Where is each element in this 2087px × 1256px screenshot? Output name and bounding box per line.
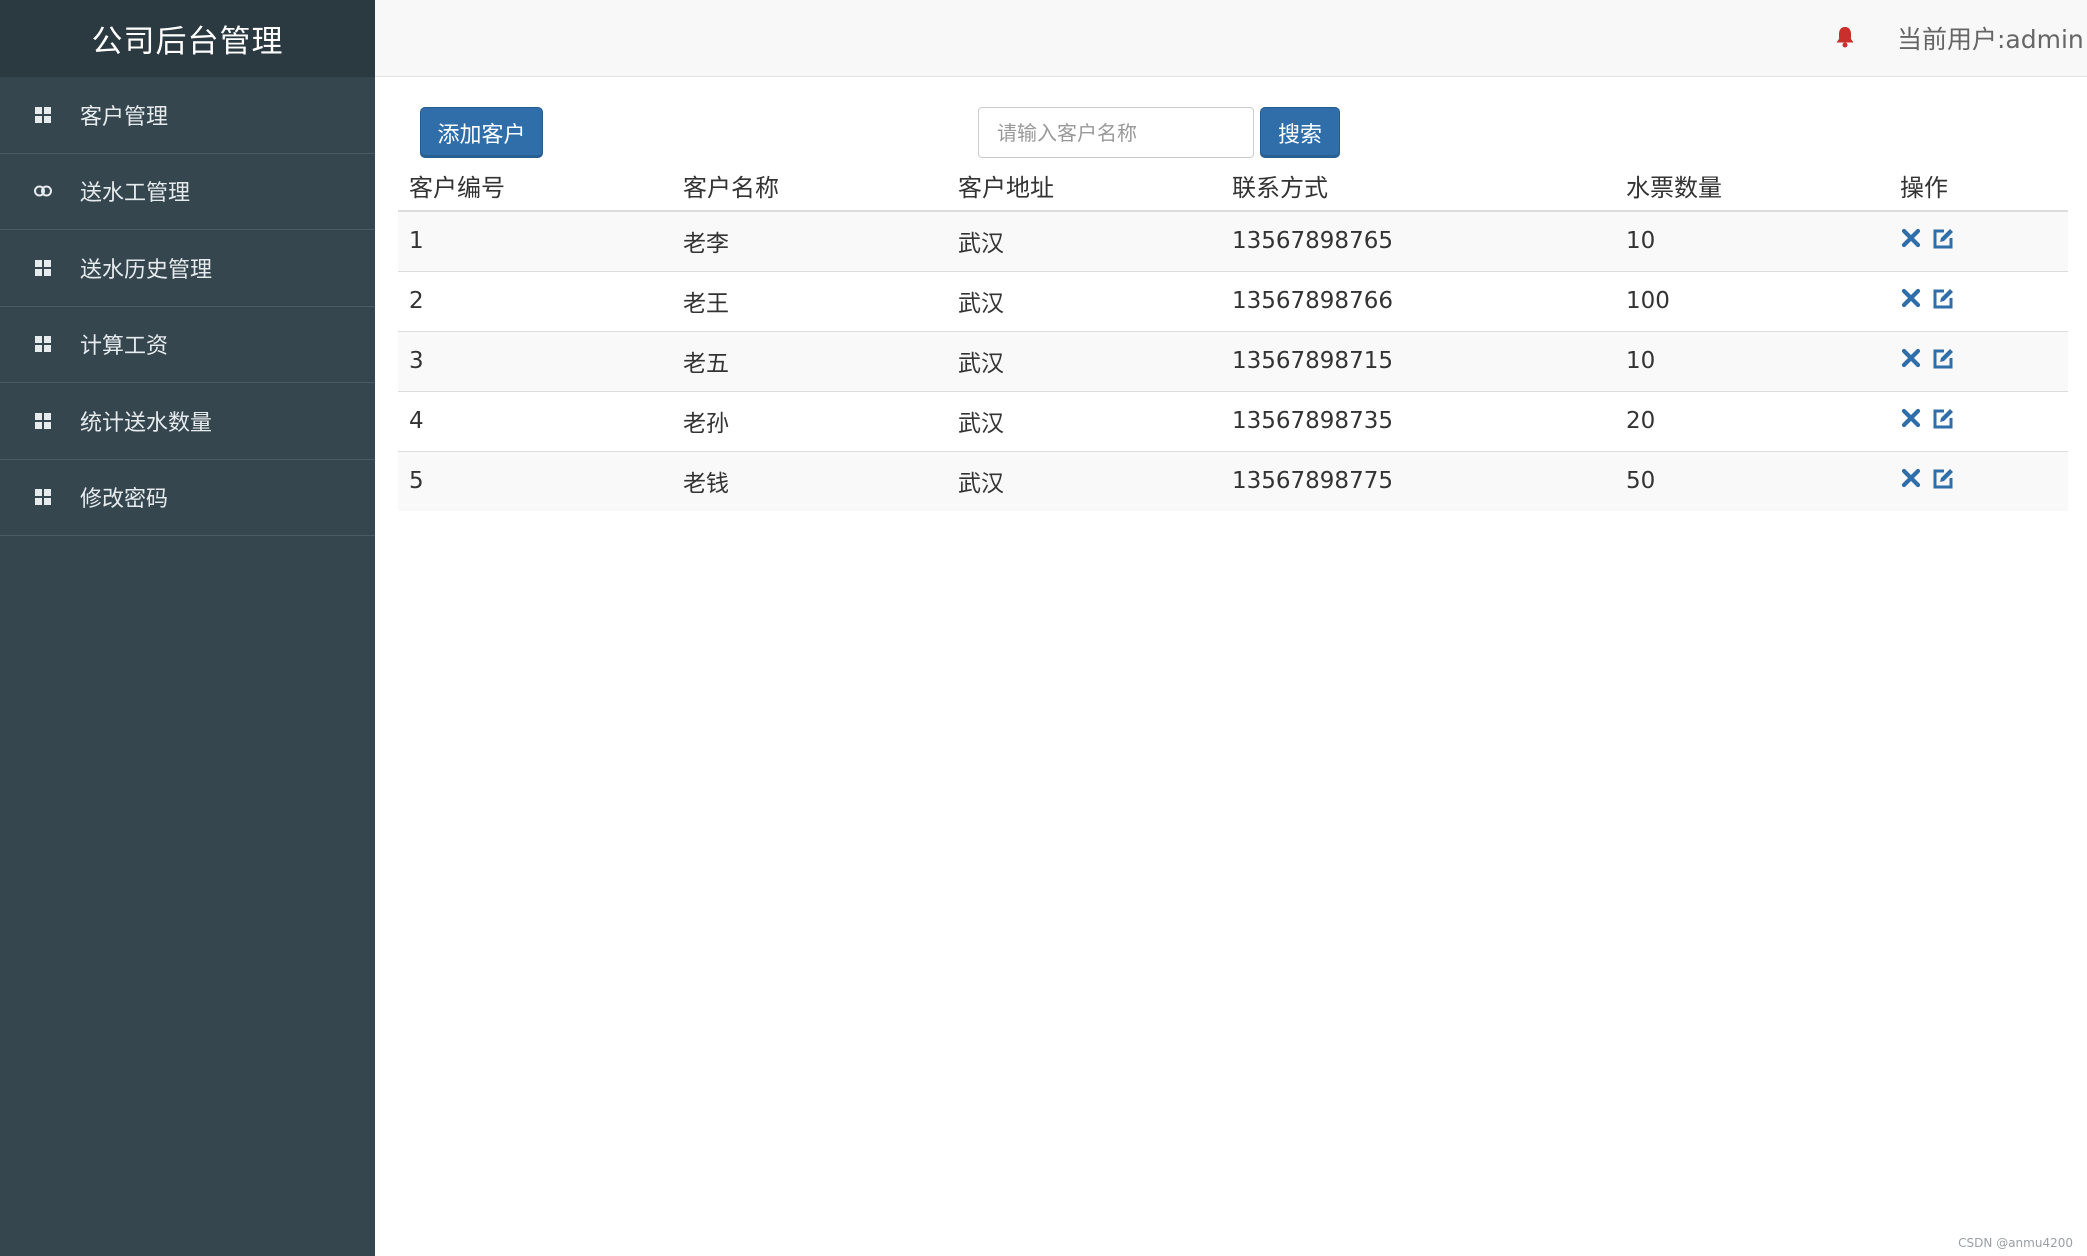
delete-icon[interactable] bbox=[1900, 287, 1924, 311]
cell-name: 老孙 bbox=[672, 390, 947, 451]
cell-phone: 13567898715 bbox=[1221, 330, 1615, 391]
watermark: CSDN @anmu4200 bbox=[1958, 1236, 2073, 1250]
delete-icon[interactable] bbox=[1900, 227, 1924, 251]
column-header: 操作 bbox=[1889, 160, 2068, 212]
edit-icon[interactable] bbox=[1931, 347, 1955, 371]
sidebar-item-label: 统计送水数量 bbox=[80, 410, 213, 436]
main-content: 添加客户 搜索 客户编号 客户名称 客户地址 联系方式 水票数量 操作 bbox=[375, 77, 2087, 1256]
sidebar-item-label: 客户管理 bbox=[80, 104, 169, 130]
sidebar-item-label: 送水历史管理 bbox=[80, 257, 213, 283]
grid-icon bbox=[34, 106, 52, 124]
edit-icon[interactable] bbox=[1931, 407, 1955, 431]
edit-icon[interactable] bbox=[1931, 467, 1955, 491]
grid-icon bbox=[34, 412, 52, 430]
sidebar-item-salary[interactable]: 计算工资 bbox=[0, 307, 375, 383]
sidebar-item-label: 计算工资 bbox=[80, 334, 169, 360]
cell-name: 老五 bbox=[672, 330, 947, 391]
search-input[interactable] bbox=[978, 107, 1254, 158]
table-row: 4 老孙 武汉 13567898735 20 bbox=[398, 390, 2068, 451]
column-header: 联系方式 bbox=[1221, 160, 1615, 212]
cell-address: 武汉 bbox=[947, 390, 1221, 451]
cell-id: 3 bbox=[398, 330, 672, 391]
table-row: 1 老李 武汉 13567898765 10 bbox=[398, 211, 2068, 271]
cell-phone: 13567898775 bbox=[1221, 450, 1615, 511]
cell-phone: 13567898766 bbox=[1221, 270, 1615, 331]
cell-phone: 13567898735 bbox=[1221, 390, 1615, 451]
column-header: 客户编号 bbox=[398, 160, 672, 212]
cell-actions bbox=[1889, 450, 2068, 511]
column-header: 客户地址 bbox=[947, 160, 1221, 212]
sidebar-item-label: 修改密码 bbox=[80, 487, 169, 513]
cell-actions bbox=[1889, 390, 2068, 451]
search-button[interactable]: 搜索 bbox=[1260, 107, 1340, 158]
cell-tickets: 20 bbox=[1615, 390, 1889, 451]
link-icon bbox=[34, 182, 52, 200]
cell-name: 老李 bbox=[672, 211, 947, 271]
customer-table: 客户编号 客户名称 客户地址 联系方式 水票数量 操作 1 老李 武汉 1356… bbox=[398, 160, 2068, 511]
sidebar-item-customers[interactable]: 客户管理 bbox=[0, 77, 375, 154]
table-row: 3 老五 武汉 13567898715 10 bbox=[398, 330, 2068, 391]
cell-id: 5 bbox=[398, 450, 672, 511]
cell-address: 武汉 bbox=[947, 211, 1221, 271]
grid-icon bbox=[34, 259, 52, 277]
cell-tickets: 50 bbox=[1615, 450, 1889, 511]
table-row: 2 老王 武汉 13567898766 100 bbox=[398, 270, 2068, 331]
column-header: 水票数量 bbox=[1615, 160, 1889, 212]
cell-tickets: 10 bbox=[1615, 211, 1889, 271]
edit-icon[interactable] bbox=[1931, 287, 1955, 311]
app-title: 公司后台管理 bbox=[0, 0, 375, 77]
add-customer-button[interactable]: 添加客户 bbox=[420, 107, 543, 158]
cell-actions bbox=[1889, 330, 2068, 391]
column-header: 客户名称 bbox=[672, 160, 947, 212]
sidebar-item-delivery-history[interactable]: 送水历史管理 bbox=[0, 230, 375, 307]
sidebar-item-statistics[interactable]: 统计送水数量 bbox=[0, 383, 375, 460]
app-root: 公司后台管理 客户管理 送水工管理 送水历史管理 计算工资 统计送水数量 修改密… bbox=[0, 0, 2087, 1256]
grid-icon bbox=[34, 335, 52, 353]
bell-icon[interactable] bbox=[1835, 26, 1855, 48]
delete-icon[interactable] bbox=[1900, 467, 1924, 491]
sidebar-item-label: 送水工管理 bbox=[80, 181, 191, 207]
cell-tickets: 100 bbox=[1615, 270, 1889, 331]
cell-actions bbox=[1889, 270, 2068, 331]
cell-tickets: 10 bbox=[1615, 330, 1889, 391]
cell-phone: 13567898765 bbox=[1221, 211, 1615, 271]
current-user-label: 当前用户:admin bbox=[1897, 25, 2084, 54]
grid-icon bbox=[34, 488, 52, 506]
sidebar: 公司后台管理 客户管理 送水工管理 送水历史管理 计算工资 统计送水数量 修改密… bbox=[0, 0, 375, 1256]
cell-address: 武汉 bbox=[947, 330, 1221, 391]
table-header-row: 客户编号 客户名称 客户地址 联系方式 水票数量 操作 bbox=[398, 160, 2068, 212]
table-row: 5 老钱 武汉 13567898775 50 bbox=[398, 450, 2068, 511]
delete-icon[interactable] bbox=[1900, 407, 1924, 431]
edit-icon[interactable] bbox=[1931, 227, 1955, 251]
cell-id: 1 bbox=[398, 211, 672, 271]
cell-id: 4 bbox=[398, 390, 672, 451]
delete-icon[interactable] bbox=[1900, 347, 1924, 371]
sidebar-item-water-workers[interactable]: 送水工管理 bbox=[0, 154, 375, 230]
cell-id: 2 bbox=[398, 270, 672, 331]
cell-address: 武汉 bbox=[947, 270, 1221, 331]
sidebar-item-change-password[interactable]: 修改密码 bbox=[0, 460, 375, 536]
cell-actions bbox=[1889, 211, 2068, 271]
cell-address: 武汉 bbox=[947, 450, 1221, 511]
cell-name: 老王 bbox=[672, 270, 947, 331]
top-header bbox=[375, 0, 2087, 77]
cell-name: 老钱 bbox=[672, 450, 947, 511]
